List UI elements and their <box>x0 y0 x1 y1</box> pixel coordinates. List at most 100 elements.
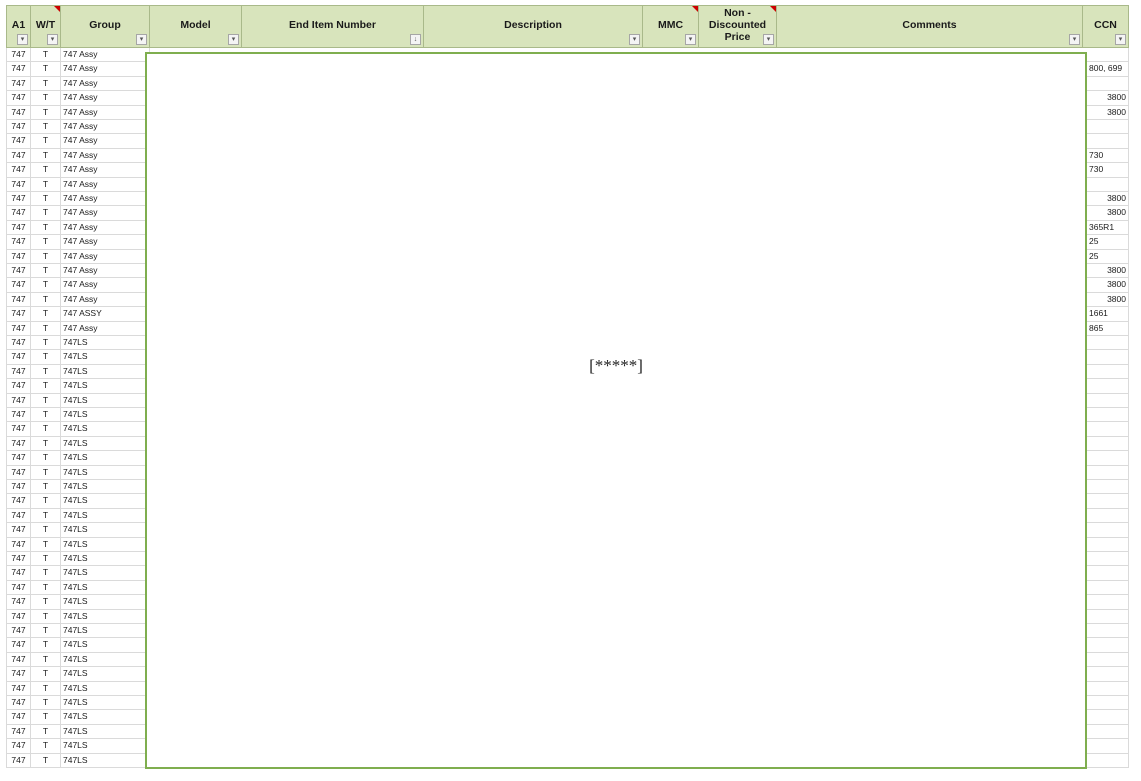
cell-group[interactable]: 747 Assy <box>61 206 150 221</box>
cell-ccn[interactable]: 730 <box>1087 163 1129 178</box>
cell-wt[interactable]: T <box>31 235 61 250</box>
cell-wt[interactable]: T <box>31 76 61 92</box>
cell-ccn[interactable] <box>1087 566 1129 581</box>
cell-wt[interactable]: T <box>31 609 61 624</box>
cell-a1[interactable]: 747 <box>6 408 31 423</box>
cell-a1[interactable]: 747 <box>6 710 31 725</box>
cell-wt[interactable]: T <box>31 451 61 466</box>
cell-a1[interactable]: 747 <box>6 480 31 495</box>
cell-a1[interactable]: 747 <box>6 249 31 264</box>
cell-group[interactable]: 747 Assy <box>61 249 150 264</box>
cell-wt[interactable]: T <box>31 696 61 711</box>
cell-a1[interactable]: 747 <box>6 134 31 149</box>
cell-ccn[interactable] <box>1087 681 1129 696</box>
cell-ccn[interactable] <box>1087 624 1129 639</box>
filter-dropdown-icon[interactable]: ▾ <box>629 34 640 45</box>
cell-wt[interactable]: T <box>31 638 61 653</box>
cell-ccn[interactable]: 3800 <box>1087 264 1129 279</box>
cell-group[interactable]: 747LS <box>61 724 150 740</box>
cell-group[interactable]: 747LS <box>61 480 150 495</box>
cell-ccn[interactable]: 3800 <box>1087 206 1129 221</box>
cell-ccn[interactable] <box>1087 724 1129 740</box>
cell-a1[interactable]: 747 <box>6 264 31 279</box>
cell-wt[interactable]: T <box>31 494 61 509</box>
cell-group[interactable]: 747 Assy <box>61 105 150 120</box>
cell-ccn[interactable] <box>1087 667 1129 682</box>
filter-dropdown-icon[interactable]: ▾ <box>763 34 774 45</box>
cell-a1[interactable]: 747 <box>6 638 31 653</box>
cell-group[interactable]: 747LS <box>61 393 150 408</box>
cell-a1[interactable]: 747 <box>6 336 31 351</box>
cell-a1[interactable]: 747 <box>6 364 31 380</box>
cell-wt[interactable]: T <box>31 336 61 351</box>
cell-ccn[interactable]: 3800 <box>1087 192 1129 207</box>
cell-wt[interactable]: T <box>31 465 61 480</box>
cell-group[interactable]: 747LS <box>61 451 150 466</box>
cell-group[interactable]: 747 Assy <box>61 292 150 308</box>
cell-wt[interactable]: T <box>31 681 61 696</box>
cell-ccn[interactable]: 25 <box>1087 249 1129 264</box>
cell-group[interactable]: 747 Assy <box>61 134 150 149</box>
cell-a1[interactable]: 747 <box>6 393 31 408</box>
cell-group[interactable]: 747 Assy <box>61 235 150 250</box>
cell-a1[interactable]: 747 <box>6 220 31 236</box>
cell-a1[interactable]: 747 <box>6 724 31 740</box>
cell-wt[interactable]: T <box>31 206 61 221</box>
cell-wt[interactable]: T <box>31 580 61 596</box>
cell-a1[interactable]: 747 <box>6 350 31 365</box>
filter-dropdown-icon[interactable]: ▾ <box>1115 34 1126 45</box>
sort-filter-icon[interactable]: ↓ <box>410 34 421 45</box>
cell-group[interactable]: 747 Assy <box>61 62 150 77</box>
cell-ccn[interactable]: 365R1 <box>1087 220 1129 236</box>
cell-wt[interactable]: T <box>31 753 61 768</box>
cell-group[interactable]: 747LS <box>61 609 150 624</box>
cell-a1[interactable]: 747 <box>6 206 31 221</box>
cell-group[interactable]: 747 Assy <box>61 91 150 106</box>
cell-ccn[interactable] <box>1087 696 1129 711</box>
cell-wt[interactable]: T <box>31 105 61 120</box>
cell-wt[interactable]: T <box>31 566 61 581</box>
filter-dropdown-icon[interactable]: ▾ <box>136 34 147 45</box>
cell-ccn[interactable] <box>1087 652 1129 668</box>
cell-a1[interactable]: 747 <box>6 595 31 610</box>
cell-group[interactable]: 747 Assy <box>61 264 150 279</box>
cell-ccn[interactable]: 3800 <box>1087 91 1129 106</box>
cell-wt[interactable]: T <box>31 739 61 754</box>
cell-wt[interactable]: T <box>31 710 61 725</box>
cell-a1[interactable]: 747 <box>6 609 31 624</box>
cell-ccn[interactable] <box>1087 393 1129 408</box>
cell-wt[interactable]: T <box>31 249 61 264</box>
cell-ccn[interactable] <box>1087 177 1129 192</box>
cell-group[interactable]: 747 ASSY <box>61 307 150 322</box>
cell-ccn[interactable] <box>1087 120 1129 135</box>
cell-a1[interactable]: 747 <box>6 552 31 567</box>
cell-a1[interactable]: 747 <box>6 523 31 538</box>
cell-ccn[interactable] <box>1087 580 1129 596</box>
cell-group[interactable]: 747LS <box>61 465 150 480</box>
cell-a1[interactable]: 747 <box>6 436 31 452</box>
cell-group[interactable]: 747 Assy <box>61 120 150 135</box>
cell-ccn[interactable] <box>1087 638 1129 653</box>
cell-a1[interactable]: 747 <box>6 508 31 524</box>
cell-ccn[interactable] <box>1087 609 1129 624</box>
cell-ccn[interactable] <box>1087 494 1129 509</box>
cell-a1[interactable]: 747 <box>6 105 31 120</box>
cell-wt[interactable]: T <box>31 292 61 308</box>
cell-wt[interactable]: T <box>31 552 61 567</box>
cell-a1[interactable]: 747 <box>6 624 31 639</box>
cell-wt[interactable]: T <box>31 379 61 394</box>
cell-wt[interactable]: T <box>31 436 61 452</box>
cell-wt[interactable]: T <box>31 192 61 207</box>
cell-ccn[interactable]: 3800 <box>1087 278 1129 293</box>
cell-ccn[interactable] <box>1087 76 1129 92</box>
cell-wt[interactable]: T <box>31 595 61 610</box>
cell-a1[interactable]: 747 <box>6 48 31 63</box>
cell-group[interactable]: 747LS <box>61 336 150 351</box>
cell-ccn[interactable] <box>1087 508 1129 524</box>
cell-a1[interactable]: 747 <box>6 451 31 466</box>
cell-wt[interactable]: T <box>31 264 61 279</box>
cell-group[interactable]: 747LS <box>61 350 150 365</box>
cell-wt[interactable]: T <box>31 364 61 380</box>
cell-a1[interactable]: 747 <box>6 652 31 668</box>
cell-wt[interactable]: T <box>31 220 61 236</box>
